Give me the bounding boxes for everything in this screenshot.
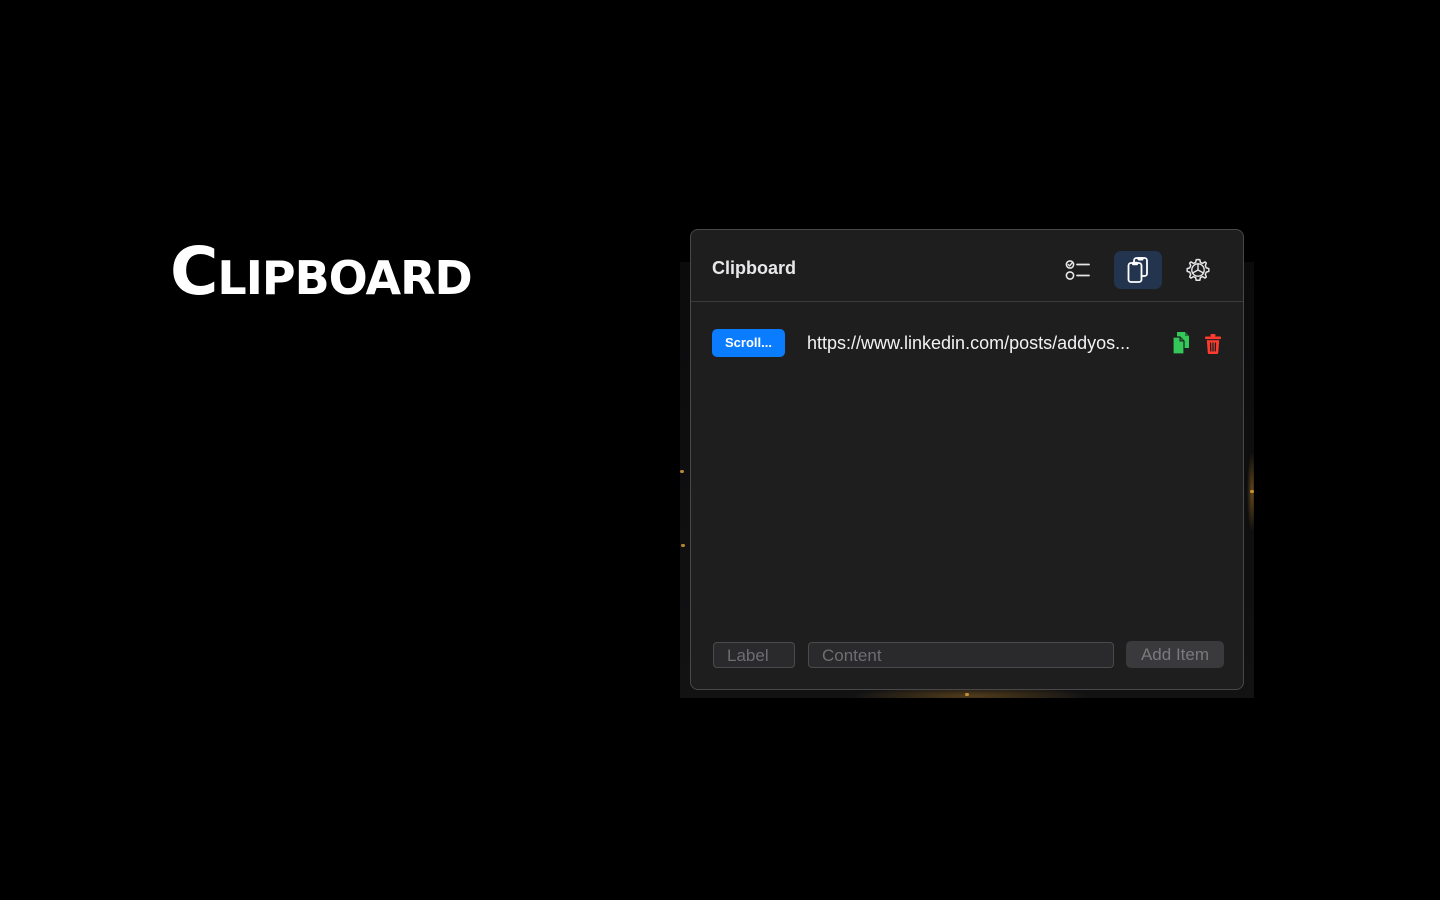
item-label-badge[interactable]: Scroll...	[712, 329, 785, 357]
wallpaper-light	[965, 693, 969, 696]
copy-button[interactable]	[1170, 331, 1192, 355]
desktop: Clipboard Clipboard Scroll... https://ww…	[0, 0, 1440, 900]
wallpaper-light	[1250, 490, 1254, 493]
settings-tab-button[interactable]	[1174, 251, 1222, 289]
checklist-tab-button[interactable]	[1054, 251, 1102, 289]
gear-icon	[1186, 258, 1210, 282]
clipboard-panel: Clipboard Scroll... https://www.linkedin…	[690, 229, 1244, 690]
panel-title: Clipboard	[712, 258, 796, 278]
panel-header: Clipboard	[691, 230, 1243, 302]
trash-icon	[1205, 334, 1221, 354]
hero-title: Clipboard	[170, 233, 473, 310]
clipboard-tab-button[interactable]	[1114, 251, 1162, 289]
wallpaper-light	[681, 544, 685, 547]
add-item-button[interactable]: Add Item	[1126, 641, 1224, 668]
wallpaper-light	[680, 470, 684, 473]
delete-button[interactable]	[1202, 332, 1224, 356]
label-input[interactable]	[713, 642, 795, 668]
checklist-icon	[1065, 260, 1090, 280]
add-item-form: Add Item	[712, 641, 1224, 671]
item-content[interactable]: https://www.linkedin.com/posts/addyos...	[807, 331, 1157, 355]
content-input[interactable]	[808, 642, 1114, 668]
clipboard-icon	[1127, 257, 1148, 283]
copy-icon	[1172, 332, 1189, 355]
list-item[interactable]: Scroll... https://www.linkedin.com/posts…	[712, 329, 1224, 359]
